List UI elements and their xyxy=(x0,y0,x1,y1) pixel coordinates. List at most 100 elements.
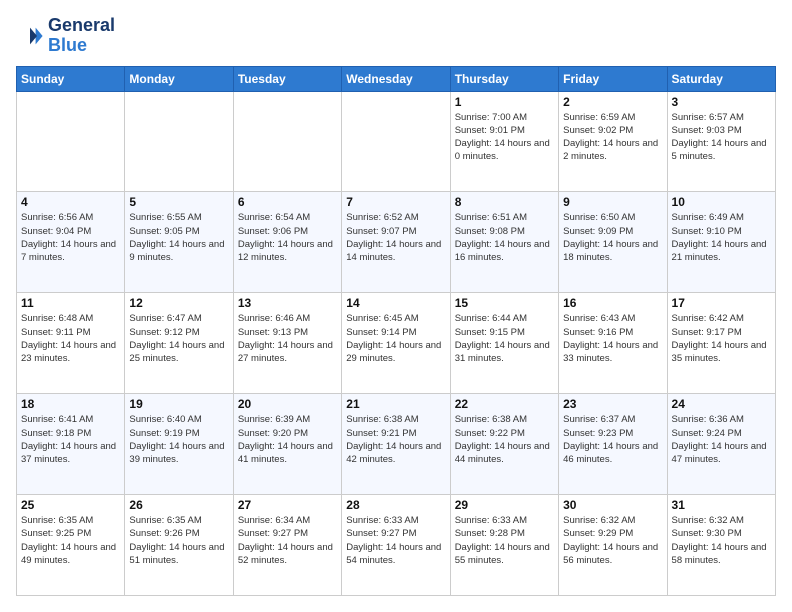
calendar-cell: 17 Sunrise: 6:42 AM Sunset: 9:17 PM Dayli… xyxy=(667,293,775,394)
calendar-cell: 11 Sunrise: 6:48 AM Sunset: 9:11 PM Dayli… xyxy=(17,293,125,394)
day-info: Sunrise: 6:36 AM Sunset: 9:24 PM Dayligh… xyxy=(672,413,771,466)
calendar-cell xyxy=(17,91,125,192)
calendar-cell: 31 Sunrise: 6:32 AM Sunset: 9:30 PM Dayli… xyxy=(667,495,775,596)
calendar-cell: 7Sunrise: 6:52 AM Sunset: 9:07 PM Daylig… xyxy=(342,192,450,293)
calendar-cell: 2Sunrise: 6:59 AM Sunset: 9:02 PM Daylig… xyxy=(559,91,667,192)
calendar-cell: 20 Sunrise: 6:39 AM Sunset: 9:20 PM Dayli… xyxy=(233,394,341,495)
day-number: 17 xyxy=(672,296,771,310)
calendar-cell: 9Sunrise: 6:50 AM Sunset: 9:09 PM Daylig… xyxy=(559,192,667,293)
day-info: Sunrise: 6:37 AM Sunset: 9:23 PM Dayligh… xyxy=(563,413,662,466)
day-info: Sunrise: 6:42 AM Sunset: 9:17 PM Dayligh… xyxy=(672,312,771,365)
calendar-cell: 28 Sunrise: 6:33 AM Sunset: 9:27 PM Dayli… xyxy=(342,495,450,596)
calendar-cell: 14 Sunrise: 6:45 AM Sunset: 9:14 PM Dayli… xyxy=(342,293,450,394)
day-info: Sunrise: 6:32 AM Sunset: 9:29 PM Dayligh… xyxy=(563,514,662,567)
calendar-cell: 4 Sunrise: 6:56 AM Sunset: 9:04 PM Daylig… xyxy=(17,192,125,293)
day-number: 31 xyxy=(672,498,771,512)
day-info: Sunrise: 6:35 AM Sunset: 9:25 PM Dayligh… xyxy=(21,514,120,567)
calendar-cell: 29Sunrise: 6:33 AM Sunset: 9:28 PM Dayli… xyxy=(450,495,558,596)
day-number: 27 xyxy=(238,498,337,512)
day-number: 29 xyxy=(455,498,554,512)
day-number: 16 xyxy=(563,296,662,310)
day-number: 28 xyxy=(346,498,445,512)
calendar-day-header: Sunday xyxy=(17,66,125,91)
day-number: 20 xyxy=(238,397,337,411)
day-number: 5 xyxy=(129,195,228,209)
day-number: 19 xyxy=(129,397,228,411)
day-info: Sunrise: 7:00 AM Sunset: 9:01 PM Dayligh… xyxy=(455,111,554,164)
logo-text: General Blue xyxy=(48,16,115,56)
day-info: Sunrise: 6:45 AM Sunset: 9:14 PM Dayligh… xyxy=(346,312,445,365)
day-number: 8 xyxy=(455,195,554,209)
day-info: Sunrise: 6:32 AM Sunset: 9:30 PM Dayligh… xyxy=(672,514,771,567)
calendar-cell: 27 Sunrise: 6:34 AM Sunset: 9:27 PM Dayli… xyxy=(233,495,341,596)
day-number: 25 xyxy=(21,498,120,512)
day-number: 18 xyxy=(21,397,120,411)
calendar-cell: 1 Sunrise: 7:00 AM Sunset: 9:01 PM Daylig… xyxy=(450,91,558,192)
day-info: Sunrise: 6:41 AM Sunset: 9:18 PM Dayligh… xyxy=(21,413,120,466)
calendar-cell: 13 Sunrise: 6:46 AM Sunset: 9:13 PM Dayli… xyxy=(233,293,341,394)
day-number: 21 xyxy=(346,397,445,411)
calendar-week-row: 25 Sunrise: 6:35 AM Sunset: 9:25 PM Dayli… xyxy=(17,495,776,596)
calendar-cell: 16 Sunrise: 6:43 AM Sunset: 9:16 PM Dayli… xyxy=(559,293,667,394)
day-info: Sunrise: 6:43 AM Sunset: 9:16 PM Dayligh… xyxy=(563,312,662,365)
calendar-table: SundayMondayTuesdayWednesdayThursdayFrid… xyxy=(16,66,776,596)
day-info: Sunrise: 6:47 AM Sunset: 9:12 PM Dayligh… xyxy=(129,312,228,365)
calendar-day-header: Monday xyxy=(125,66,233,91)
day-number: 1 xyxy=(455,95,554,109)
day-number: 3 xyxy=(672,95,771,109)
calendar-cell: 25 Sunrise: 6:35 AM Sunset: 9:25 PM Dayli… xyxy=(17,495,125,596)
day-number: 13 xyxy=(238,296,337,310)
calendar-cell: 19 Sunrise: 6:40 AM Sunset: 9:19 PM Dayli… xyxy=(125,394,233,495)
day-number: 23 xyxy=(563,397,662,411)
day-info: Sunrise: 6:33 AM Sunset: 9:27 PM Dayligh… xyxy=(346,514,445,567)
day-number: 4 xyxy=(21,195,120,209)
day-number: 22 xyxy=(455,397,554,411)
calendar-day-header: Wednesday xyxy=(342,66,450,91)
calendar-cell: 23 Sunrise: 6:37 AM Sunset: 9:23 PM Dayli… xyxy=(559,394,667,495)
day-info: Sunrise: 6:56 AM Sunset: 9:04 PM Dayligh… xyxy=(21,211,120,264)
calendar-cell xyxy=(125,91,233,192)
header: General Blue xyxy=(16,16,776,56)
calendar-week-row: 11 Sunrise: 6:48 AM Sunset: 9:11 PM Dayli… xyxy=(17,293,776,394)
calendar-day-header: Friday xyxy=(559,66,667,91)
day-number: 12 xyxy=(129,296,228,310)
day-info: Sunrise: 6:39 AM Sunset: 9:20 PM Dayligh… xyxy=(238,413,337,466)
day-number: 6 xyxy=(238,195,337,209)
calendar-cell: 3 Sunrise: 6:57 AM Sunset: 9:03 PM Daylig… xyxy=(667,91,775,192)
calendar-cell: 21Sunrise: 6:38 AM Sunset: 9:21 PM Dayli… xyxy=(342,394,450,495)
day-number: 11 xyxy=(21,296,120,310)
calendar-cell: 15 Sunrise: 6:44 AM Sunset: 9:15 PM Dayli… xyxy=(450,293,558,394)
day-info: Sunrise: 6:49 AM Sunset: 9:10 PM Dayligh… xyxy=(672,211,771,264)
day-info: Sunrise: 6:48 AM Sunset: 9:11 PM Dayligh… xyxy=(21,312,120,365)
calendar-cell: 24 Sunrise: 6:36 AM Sunset: 9:24 PM Dayli… xyxy=(667,394,775,495)
calendar-cell xyxy=(233,91,341,192)
day-info: Sunrise: 6:40 AM Sunset: 9:19 PM Dayligh… xyxy=(129,413,228,466)
calendar-week-row: 4 Sunrise: 6:56 AM Sunset: 9:04 PM Daylig… xyxy=(17,192,776,293)
calendar-day-header: Saturday xyxy=(667,66,775,91)
day-info: Sunrise: 6:44 AM Sunset: 9:15 PM Dayligh… xyxy=(455,312,554,365)
calendar-cell: 5 Sunrise: 6:55 AM Sunset: 9:05 PM Daylig… xyxy=(125,192,233,293)
day-info: Sunrise: 6:55 AM Sunset: 9:05 PM Dayligh… xyxy=(129,211,228,264)
day-number: 9 xyxy=(563,195,662,209)
calendar-day-header: Thursday xyxy=(450,66,558,91)
day-info: Sunrise: 6:46 AM Sunset: 9:13 PM Dayligh… xyxy=(238,312,337,365)
day-info: Sunrise: 6:59 AM Sunset: 9:02 PM Dayligh… xyxy=(563,111,662,164)
day-info: Sunrise: 6:35 AM Sunset: 9:26 PM Dayligh… xyxy=(129,514,228,567)
calendar-day-header: Tuesday xyxy=(233,66,341,91)
day-number: 24 xyxy=(672,397,771,411)
day-info: Sunrise: 6:38 AM Sunset: 9:22 PM Dayligh… xyxy=(455,413,554,466)
day-number: 10 xyxy=(672,195,771,209)
calendar-week-row: 18 Sunrise: 6:41 AM Sunset: 9:18 PM Dayli… xyxy=(17,394,776,495)
day-info: Sunrise: 6:54 AM Sunset: 9:06 PM Dayligh… xyxy=(238,211,337,264)
day-number: 14 xyxy=(346,296,445,310)
calendar-cell: 12 Sunrise: 6:47 AM Sunset: 9:12 PM Dayli… xyxy=(125,293,233,394)
calendar-cell: 6 Sunrise: 6:54 AM Sunset: 9:06 PM Daylig… xyxy=(233,192,341,293)
calendar-header-row: SundayMondayTuesdayWednesdayThursdayFrid… xyxy=(17,66,776,91)
day-info: Sunrise: 6:57 AM Sunset: 9:03 PM Dayligh… xyxy=(672,111,771,164)
calendar-week-row: 1 Sunrise: 7:00 AM Sunset: 9:01 PM Daylig… xyxy=(17,91,776,192)
day-number: 26 xyxy=(129,498,228,512)
calendar-cell: 26 Sunrise: 6:35 AM Sunset: 9:26 PM Dayli… xyxy=(125,495,233,596)
day-number: 15 xyxy=(455,296,554,310)
day-info: Sunrise: 6:51 AM Sunset: 9:08 PM Dayligh… xyxy=(455,211,554,264)
day-info: Sunrise: 6:34 AM Sunset: 9:27 PM Dayligh… xyxy=(238,514,337,567)
